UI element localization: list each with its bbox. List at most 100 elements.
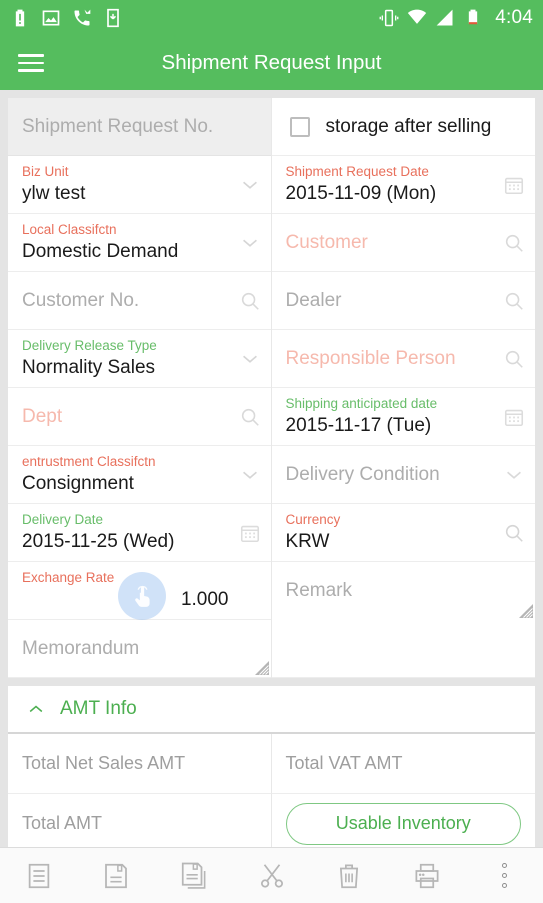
status-bar-right-icons: 4:04 (379, 7, 533, 29)
customer-no-placeholder: Customer No. (22, 289, 140, 311)
usable-inventory-button[interactable]: Usable Inventory (285, 802, 521, 845)
hamburger-menu-icon[interactable] (18, 54, 44, 72)
customer-placeholder: Customer (285, 231, 368, 253)
shipment-request-date-field[interactable]: Shipment Request Date 2015-11-09 (Mon) (271, 156, 535, 214)
shipment-request-date-value: 2015-11-09 (Mon) (285, 183, 437, 204)
dealer-placeholder: Dealer (285, 289, 342, 311)
page-title: Shipment Request Input (161, 51, 382, 74)
amt-row: Total Net Sales AMT Total VAT AMT (8, 734, 535, 794)
call-missed-icon (74, 9, 91, 26)
save-as-icon[interactable] (155, 848, 233, 903)
shipment-request-no-placeholder: Shipment Request No. (22, 115, 214, 137)
delivery-date-value: 2015-11-25 (Wed) (22, 531, 175, 552)
vibrate-icon (379, 9, 399, 27)
status-bar: 4:04 (0, 0, 543, 36)
local-classifctn-label: Local Classifctn (22, 222, 117, 237)
status-bar-clock: 4:04 (495, 7, 533, 28)
biz-unit-label: Biz Unit (22, 164, 69, 179)
print-icon[interactable] (388, 848, 466, 903)
chevron-down-icon[interactable] (503, 464, 525, 486)
shipping-anticipated-date-label: Shipping anticipated date (285, 396, 438, 411)
delivery-release-type-field[interactable]: Delivery Release Type Normality Sales (8, 330, 271, 388)
remark-placeholder: Remark (285, 580, 353, 601)
save-icon[interactable] (78, 848, 156, 903)
responsible-person-placeholder: Responsible Person (285, 347, 456, 369)
biz-unit-field[interactable]: Biz Unit ylw test (8, 156, 271, 214)
shipment-form-card: Shipment Request No. Biz Unit ylw test L… (8, 98, 535, 678)
chevron-down-icon[interactable] (239, 464, 261, 486)
memorandum-placeholder: Memorandum (22, 637, 140, 659)
usable-inventory-cell: Usable Inventory (271, 794, 535, 854)
chevron-down-icon[interactable] (239, 232, 261, 254)
form-grid: Shipment Request No. Biz Unit ylw test L… (8, 98, 535, 678)
dept-placeholder: Dept (22, 405, 63, 427)
total-amt-label: Total AMT (22, 813, 103, 833)
delivery-condition-placeholder: Delivery Condition (285, 463, 440, 485)
calendar-icon[interactable] (503, 174, 525, 196)
currency-label: Currency (285, 512, 341, 527)
delivery-release-type-value: Normality Sales (22, 357, 156, 378)
customer-no-field[interactable]: Customer No. (8, 272, 271, 330)
status-bar-left-icons (10, 8, 123, 28)
cut-icon[interactable] (233, 848, 311, 903)
app-screen: 4:04 Shipment Request Input Shipment Req… (0, 0, 543, 903)
customer-field[interactable]: Customer (271, 214, 535, 272)
exchange-rate-value: 1.000 (180, 589, 229, 610)
dept-field[interactable]: Dept (8, 388, 271, 446)
form-column-left: Shipment Request No. Biz Unit ylw test L… (8, 98, 272, 678)
search-icon[interactable] (503, 522, 525, 544)
amt-info-header[interactable]: AMT Info (8, 686, 535, 734)
delivery-condition-field[interactable]: Delivery Condition (271, 446, 535, 504)
overflow-menu-icon[interactable] (465, 848, 543, 903)
storage-after-selling-label: storage after selling (325, 115, 492, 137)
storage-after-selling-field[interactable]: storage after selling (271, 98, 535, 156)
amt-row: Total AMT Usable Inventory (8, 794, 535, 854)
total-amt-field[interactable]: Total AMT (8, 794, 272, 854)
biz-unit-value: ylw test (22, 183, 86, 204)
local-classifctn-value: Domestic Demand (22, 241, 179, 262)
list-icon[interactable] (0, 848, 78, 903)
resize-grip-icon[interactable] (517, 602, 533, 618)
amt-info-title: AMT Info (60, 698, 137, 719)
battery-alert-icon (15, 9, 25, 27)
calendar-icon[interactable] (503, 406, 525, 428)
delivery-date-label: Delivery Date (22, 512, 104, 527)
responsible-person-field[interactable]: Responsible Person (271, 330, 535, 388)
search-icon[interactable] (239, 290, 261, 312)
search-icon[interactable] (503, 232, 525, 254)
calendar-icon[interactable] (239, 522, 261, 544)
dealer-field[interactable]: Dealer (271, 272, 535, 330)
shipment-request-date-label: Shipment Request Date (285, 164, 429, 179)
amt-info-section: AMT Info Total Net Sales AMT Total VAT A… (8, 686, 535, 854)
entrustment-classifctn-label: entrustment Classifctn (22, 454, 156, 469)
entrustment-classifctn-field[interactable]: entrustment Classifctn Consignment (8, 446, 271, 504)
shipping-anticipated-date-value: 2015-11-17 (Tue) (285, 415, 432, 436)
currency-field[interactable]: Currency KRW (271, 504, 535, 562)
delete-icon[interactable] (310, 848, 388, 903)
chevron-down-icon[interactable] (239, 348, 261, 370)
image-icon (42, 10, 60, 26)
chevron-up-icon[interactable] (26, 699, 46, 719)
total-net-sales-amt-field[interactable]: Total Net Sales AMT (8, 734, 272, 794)
total-net-sales-amt-label: Total Net Sales AMT (22, 753, 186, 773)
search-icon[interactable] (503, 290, 525, 312)
local-classifctn-field[interactable]: Local Classifctn Domestic Demand (8, 214, 271, 272)
bottom-toolbar (0, 847, 543, 903)
memorandum-field[interactable]: Memorandum (8, 620, 271, 678)
resize-grip-icon[interactable] (253, 659, 269, 675)
search-icon[interactable] (503, 348, 525, 370)
exchange-rate-field[interactable]: Exchange Rate 1.000 (8, 562, 271, 620)
storage-after-selling-checkbox[interactable] (289, 116, 310, 137)
shipping-anticipated-date-field[interactable]: Shipping anticipated date 2015-11-17 (Tu… (271, 388, 535, 446)
total-vat-amt-field[interactable]: Total VAT AMT (271, 734, 535, 794)
total-vat-amt-label: Total VAT AMT (285, 753, 403, 773)
battery-icon (469, 9, 478, 25)
overflow-dots[interactable] (501, 863, 507, 888)
chevron-down-icon[interactable] (239, 174, 261, 196)
remark-field[interactable]: Remark (271, 562, 535, 678)
delivery-date-field[interactable]: Delivery Date 2015-11-25 (Wed) (8, 504, 271, 562)
entrustment-classifctn-value: Consignment (22, 473, 134, 494)
exchange-rate-label: Exchange Rate (22, 570, 115, 585)
delivery-release-type-label: Delivery Release Type (22, 338, 157, 353)
search-icon[interactable] (239, 406, 261, 428)
